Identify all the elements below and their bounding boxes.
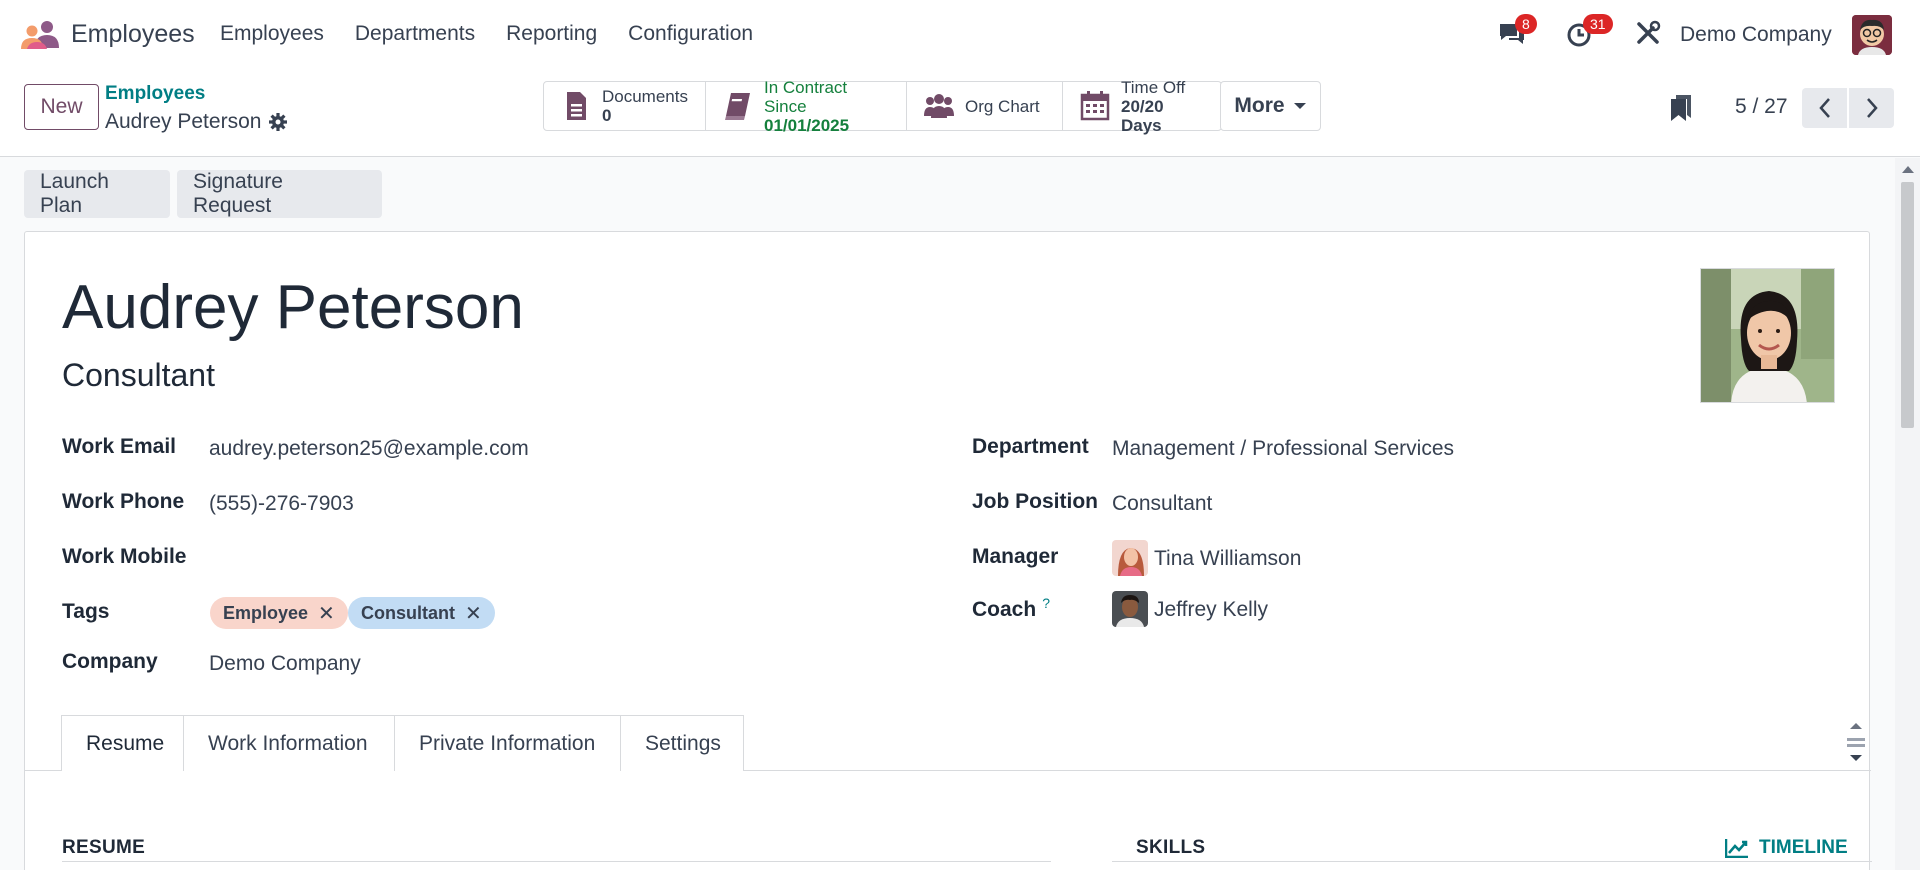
breadcrumb-current-record: Audrey Peterson — [105, 110, 262, 133]
pager-value[interactable]: 5 / 27 — [1735, 95, 1788, 119]
chevron-left-icon — [1818, 98, 1830, 118]
tag-employee-label: Employee — [223, 602, 309, 623]
bookmark-icon[interactable] — [1670, 94, 1692, 122]
menu-departments[interactable]: Departments — [355, 22, 475, 46]
user-avatar[interactable] — [1852, 15, 1892, 55]
employee-photo-image — [1701, 269, 1834, 402]
employee-name[interactable]: Audrey Peterson — [62, 272, 524, 343]
contract-label: In Contract Since — [764, 77, 848, 116]
debug-tools-button[interactable] — [1634, 19, 1666, 51]
org-chart-smart-button[interactable]: Org Chart — [907, 82, 1063, 130]
control-panel: New Employees Audrey Peterson Documents … — [0, 70, 1920, 157]
tag-employee: Employee ✕ — [210, 597, 348, 629]
work-email-field[interactable]: audrey.peterson25@example.com — [209, 437, 529, 461]
employee-photo[interactable] — [1700, 268, 1835, 403]
tab-private-information[interactable]: Private Information — [394, 715, 621, 771]
department-label: Department — [972, 435, 1089, 458]
menu-reporting[interactable]: Reporting — [506, 22, 597, 46]
time-off-balance: 20/20 Days — [1121, 96, 1164, 135]
work-mobile-field[interactable] — [209, 547, 909, 573]
top-navbar: Employees Employees Departments Reportin… — [0, 0, 1920, 70]
coach-avatar-image — [1112, 591, 1148, 627]
tag-remove-icon[interactable]: ✕ — [318, 601, 335, 626]
activities-button[interactable]: 31 — [1565, 14, 1613, 51]
tag-consultant: Consultant ✕ — [348, 597, 495, 629]
timeline-label: TIMELINE — [1759, 837, 1848, 858]
job-position-label: Job Position — [972, 490, 1098, 513]
scroll-thumb[interactable] — [1901, 182, 1914, 428]
menu-configuration[interactable]: Configuration — [628, 22, 753, 46]
tag-consultant-label: Consultant — [361, 602, 455, 623]
manager-avatar-image — [1112, 540, 1148, 576]
tab-scroll-control[interactable] — [1846, 717, 1866, 767]
chevron-right-icon — [1866, 98, 1878, 118]
document-icon — [567, 92, 586, 120]
more-dropdown-button[interactable]: More — [1220, 81, 1321, 131]
work-email-label: Work Email — [62, 435, 176, 458]
manager-avatar[interactable] — [1112, 540, 1148, 576]
new-button[interactable]: New — [24, 84, 99, 130]
line-chart-icon — [1725, 839, 1748, 858]
resume-section-rule — [62, 861, 1051, 862]
department-field[interactable]: Management / Professional Services — [1112, 437, 1454, 461]
company-field[interactable]: Demo Company — [209, 652, 361, 676]
company-switcher[interactable]: Demo Company — [1680, 23, 1832, 47]
breadcrumb-employees[interactable]: Employees — [105, 83, 205, 105]
book-icon — [725, 93, 750, 120]
messages-button[interactable]: 8 — [1497, 14, 1537, 51]
more-label: More — [1234, 94, 1285, 117]
tab-resume[interactable]: Resume — [61, 715, 184, 771]
resume-section-title: RESUME — [62, 837, 146, 858]
employee-job-title[interactable]: Consultant — [62, 357, 215, 394]
calendar-icon — [1080, 91, 1110, 121]
employees-app-icon[interactable] — [20, 20, 60, 50]
caret-down-icon — [1293, 103, 1306, 109]
page-scrollbar[interactable] — [1895, 158, 1920, 870]
tools-icon — [1637, 20, 1661, 44]
work-phone-label: Work Phone — [62, 490, 185, 513]
employee-form-sheet: Audrey Peterson Consultant Work Email au… — [24, 231, 1872, 870]
launch-plan-button[interactable]: Launch Plan — [24, 170, 170, 218]
coach-field[interactable]: Jeffrey Kelly — [1154, 598, 1268, 622]
documents-smart-button[interactable]: Documents 0 — [544, 82, 706, 130]
contract-smart-button[interactable]: In Contract Since 01/01/2025 — [706, 78, 907, 135]
tab-work-information[interactable]: Work Information — [183, 715, 395, 771]
tag-remove-icon[interactable]: ✕ — [465, 601, 482, 626]
main-menu: Employees Departments Reporting Configur… — [220, 22, 784, 46]
pager-next-button[interactable] — [1849, 88, 1894, 128]
pager-previous-button[interactable] — [1802, 88, 1847, 128]
work-mobile-label: Work Mobile — [62, 545, 187, 568]
skills-section-title: SKILLS — [1136, 837, 1206, 858]
app-name[interactable]: Employees — [71, 20, 195, 49]
signature-request-button[interactable]: Signature Request — [177, 170, 382, 218]
tab-settings[interactable]: Settings — [620, 715, 744, 771]
job-position-field[interactable]: Consultant — [1112, 492, 1212, 516]
manager-label: Manager — [972, 545, 1059, 568]
timeline-button[interactable]: TIMELINE — [1725, 837, 1848, 859]
work-phone-field[interactable]: (555)-276-7903 — [209, 492, 354, 516]
users-icon — [924, 94, 954, 118]
company-label: Company — [62, 650, 158, 673]
smart-buttons: Documents 0 In Contract Since 01/01/2025 — [543, 78, 1222, 135]
scroll-up-arrow[interactable] — [1902, 166, 1914, 173]
skills-section-rule — [1112, 861, 1872, 862]
documents-label: Documents — [602, 87, 688, 106]
time-off-label: Time Off — [1121, 77, 1186, 97]
time-off-smart-button[interactable]: Time Off 20/20 Days — [1063, 78, 1221, 135]
documents-count: 0 — [602, 106, 612, 125]
help-tooltip-icon[interactable]: ? — [1042, 595, 1050, 611]
messages-badge: 8 — [1515, 14, 1537, 34]
coach-label: Coach? — [972, 595, 1050, 622]
contract-date: 01/01/2025 — [764, 115, 850, 135]
activities-badge: 31 — [1583, 14, 1613, 34]
manager-field[interactable]: Tina Williamson — [1154, 547, 1301, 571]
coach-avatar[interactable] — [1112, 591, 1148, 627]
tags-label: Tags — [62, 600, 110, 623]
org-chart-label: Org Chart — [965, 96, 1040, 116]
menu-employees[interactable]: Employees — [220, 22, 324, 46]
gear-icon[interactable] — [268, 112, 288, 132]
coach-label-text: Coach — [972, 598, 1037, 621]
user-avatar-icon — [1852, 15, 1892, 55]
form-tabs: Resume Work Information Private Informat… — [61, 715, 744, 771]
